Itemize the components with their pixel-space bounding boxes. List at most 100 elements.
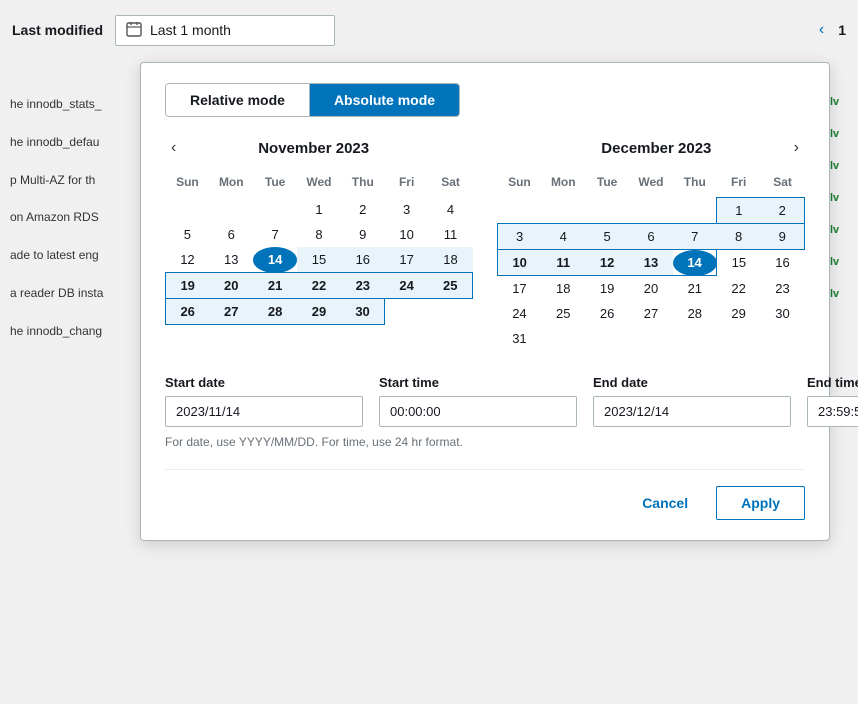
dec-day-11[interactable]: 11	[541, 250, 585, 276]
sidebar-item-2: he innodb_defau	[0, 124, 158, 162]
end-date-input[interactable]	[593, 396, 791, 427]
november-days: 1234567891011121314151617181920212223242…	[166, 197, 473, 325]
dec-day-18[interactable]: 18	[541, 276, 585, 302]
dec-day-23[interactable]: 23	[761, 276, 805, 302]
dec-day-empty	[673, 198, 717, 224]
dec-day-13[interactable]: 13	[629, 250, 673, 276]
nov-day-26[interactable]: 26	[166, 299, 210, 325]
day-thu: Thu	[341, 171, 385, 197]
nov-day-20[interactable]: 20	[209, 273, 253, 299]
dec-day-8[interactable]: 8	[717, 224, 761, 250]
nov-day-19[interactable]: 19	[166, 273, 210, 299]
nov-day-2[interactable]: 2	[341, 197, 385, 222]
nov-day-25[interactable]: 25	[429, 273, 473, 299]
nov-day-12[interactable]: 12	[166, 247, 210, 273]
dec-day-1[interactable]: 1	[717, 198, 761, 224]
start-time-group: Start time	[379, 375, 577, 427]
nov-day-11[interactable]: 11	[429, 222, 473, 247]
start-date-input[interactable]	[165, 396, 363, 427]
nov-day-14[interactable]: 14	[253, 247, 297, 273]
dec-day-6[interactable]: 6	[629, 224, 673, 250]
dec-day-10[interactable]: 10	[498, 250, 542, 276]
november-grid: Sun Mon Tue Wed Thu Fri Sat 123456789101…	[165, 171, 473, 325]
nov-day-30[interactable]: 30	[341, 299, 385, 325]
dec-day-25[interactable]: 25	[541, 301, 585, 326]
nov-day-8[interactable]: 8	[297, 222, 341, 247]
day-tue: Tue	[253, 171, 297, 197]
dec-day-4[interactable]: 4	[541, 224, 585, 250]
sidebar-item-1: he innodb_stats_	[0, 86, 158, 124]
dec-week-row-0: 12	[498, 198, 805, 224]
dec-day-2[interactable]: 2	[761, 198, 805, 224]
nov-day-22[interactable]: 22	[297, 273, 341, 299]
dec-day-15[interactable]: 15	[717, 250, 761, 276]
prev-page-button[interactable]: ‹	[813, 19, 830, 41]
date-filter-button[interactable]: Last 1 month	[115, 15, 335, 46]
apply-button[interactable]: Apply	[716, 486, 805, 520]
nov-day-6[interactable]: 6	[209, 222, 253, 247]
dec-day-16[interactable]: 16	[761, 250, 805, 276]
dec-day-7[interactable]: 7	[673, 224, 717, 250]
dec-day-14[interactable]: 14	[673, 250, 717, 276]
nov-day-empty	[166, 197, 210, 222]
nov-day-24[interactable]: 24	[385, 273, 429, 299]
dec-day-30[interactable]: 30	[761, 301, 805, 326]
dec-day-5[interactable]: 5	[585, 224, 629, 250]
dec-day-20[interactable]: 20	[629, 276, 673, 302]
nov-day-16[interactable]: 16	[341, 247, 385, 273]
dec-week-row-5: 31	[498, 326, 805, 351]
nov-day-23[interactable]: 23	[341, 273, 385, 299]
nov-day-1[interactable]: 1	[297, 197, 341, 222]
nov-day-29[interactable]: 29	[297, 299, 341, 325]
start-date-label: Start date	[165, 375, 363, 390]
dec-day-3[interactable]: 3	[498, 224, 542, 250]
dec-day-24[interactable]: 24	[498, 301, 542, 326]
calendar-icon	[126, 21, 142, 40]
relative-mode-button[interactable]: Relative mode	[166, 84, 310, 116]
dec-week-row-3: 17181920212223	[498, 276, 805, 302]
cancel-button[interactable]: Cancel	[626, 486, 704, 520]
absolute-mode-button[interactable]: Absolute mode	[310, 84, 459, 116]
nov-day-15[interactable]: 15	[297, 247, 341, 273]
dec-day-27[interactable]: 27	[629, 301, 673, 326]
nov-day-7[interactable]: 7	[253, 222, 297, 247]
start-time-input[interactable]	[379, 396, 577, 427]
nov-day-10[interactable]: 10	[385, 222, 429, 247]
nov-day-3[interactable]: 3	[385, 197, 429, 222]
mode-toggle: Relative mode Absolute mode	[165, 83, 460, 117]
dec-day-9[interactable]: 9	[761, 224, 805, 250]
dec-day-empty	[761, 326, 805, 351]
dec-day-17[interactable]: 17	[498, 276, 542, 302]
nov-day-5[interactable]: 5	[166, 222, 210, 247]
dec-day-26[interactable]: 26	[585, 301, 629, 326]
nov-day-27[interactable]: 27	[209, 299, 253, 325]
nov-day-28[interactable]: 28	[253, 299, 297, 325]
dec-day-31[interactable]: 31	[498, 326, 542, 351]
dec-day-12[interactable]: 12	[585, 250, 629, 276]
day-sat: Sat	[429, 171, 473, 197]
dec-day-empty	[541, 198, 585, 224]
sidebar-item-6: a reader DB insta	[0, 275, 158, 313]
nov-day-21[interactable]: 21	[253, 273, 297, 299]
december-calendar: December 2023 › Sun Mon Tue Wed Thu Fri …	[497, 137, 805, 351]
pagination-controls: ‹ 1	[813, 19, 846, 41]
next-month-button[interactable]: ›	[788, 137, 805, 159]
nov-day-4[interactable]: 4	[429, 197, 473, 222]
dec-day-21[interactable]: 21	[673, 276, 717, 302]
nov-day-17[interactable]: 17	[385, 247, 429, 273]
dec-day-empty	[585, 326, 629, 351]
dec-day-22[interactable]: 22	[717, 276, 761, 302]
december-grid: Sun Mon Tue Wed Thu Fri Sat 123456789101…	[497, 171, 805, 351]
dec-day-28[interactable]: 28	[673, 301, 717, 326]
dec-day-19[interactable]: 19	[585, 276, 629, 302]
dec-day-29[interactable]: 29	[717, 301, 761, 326]
end-time-input[interactable]	[807, 396, 858, 427]
nov-day-18[interactable]: 18	[429, 247, 473, 273]
prev-month-button[interactable]: ‹	[165, 137, 182, 159]
day-mon-dec: Mon	[541, 171, 585, 198]
december-title: December 2023	[601, 140, 711, 157]
nov-day-empty	[253, 197, 297, 222]
nov-day-13[interactable]: 13	[209, 247, 253, 273]
nov-day-9[interactable]: 9	[341, 222, 385, 247]
day-sun: Sun	[166, 171, 210, 197]
